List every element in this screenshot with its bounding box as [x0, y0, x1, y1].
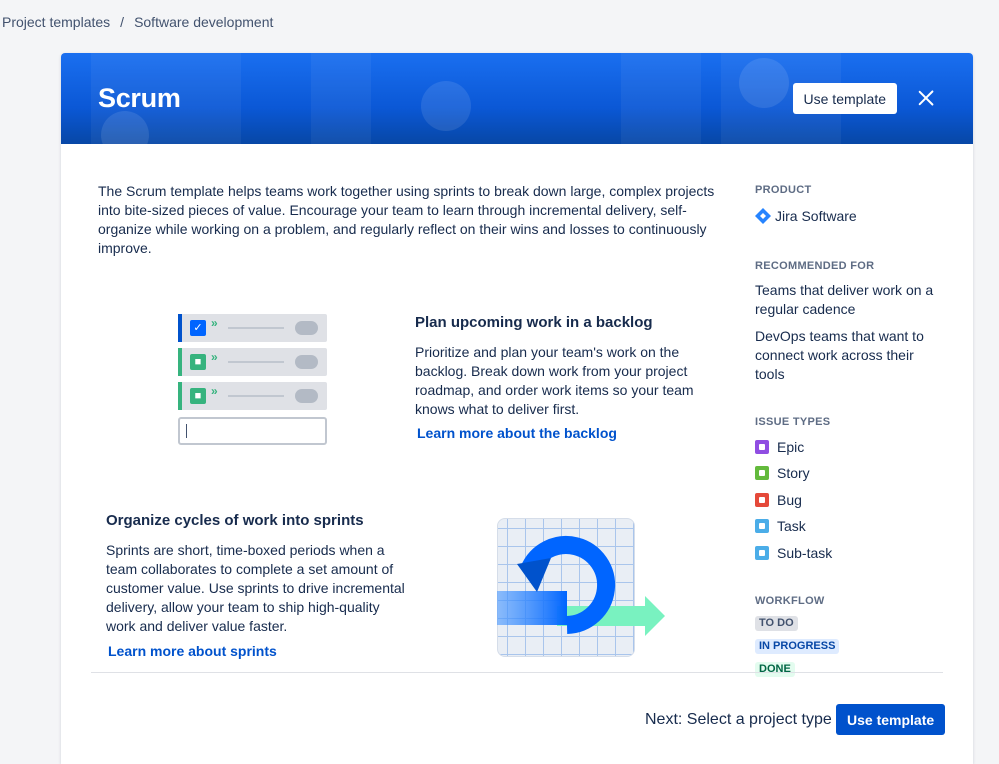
template-details-sidebar: PRODUCT Jira Software RECOMMENDED FOR Te… — [755, 53, 955, 677]
workflow-status-done: DONE — [755, 662, 795, 677]
feature-backlog-text: Prioritize and plan your team's work on … — [415, 344, 694, 417]
issue-type-label: Epic — [777, 439, 805, 455]
backlog-create-input — [178, 417, 327, 445]
recommended-label: RECOMMENDED FOR — [755, 260, 875, 272]
sprint-cycle-icon — [497, 536, 665, 636]
banner-decoration — [421, 81, 471, 131]
template-description: The Scrum template helps teams work toge… — [98, 183, 715, 256]
issue-types-label: ISSUE TYPES — [755, 416, 831, 428]
issue-type-label: Story — [777, 465, 810, 481]
issue-type-label: Task — [777, 518, 806, 534]
breadcrumb-separator: / — [120, 14, 125, 30]
backlog-row: ✓ » — [178, 314, 327, 342]
workflow-label: WORKFLOW — [755, 595, 825, 607]
recommended-item: DevOps teams that want to connect work a… — [755, 328, 924, 382]
product-item: Jira Software — [755, 208, 857, 224]
sprint-illustration — [497, 518, 667, 658]
product-label: PRODUCT — [755, 184, 812, 196]
feature-sprints-title: Organize cycles of work into sprints — [106, 512, 364, 529]
breadcrumb-project-templates[interactable]: Project templates — [2, 14, 110, 30]
feature-sprints-text: Sprints are short, time-boxed periods wh… — [106, 542, 405, 634]
issue-type-story: Story — [755, 465, 810, 481]
banner-decoration — [311, 53, 371, 144]
backlog-illustration: ✓ » ■ » ■ » — [178, 314, 328, 446]
task-icon — [755, 519, 769, 533]
learn-more-backlog-link[interactable]: Learn more about the backlog — [417, 425, 617, 441]
backlog-row: ■ » — [178, 348, 327, 376]
bug-icon — [755, 493, 769, 507]
issue-type-task: Task — [755, 518, 806, 534]
footer-divider — [91, 672, 943, 673]
issue-type-label: Sub-task — [777, 545, 833, 561]
product-name: Jira Software — [775, 208, 857, 224]
issue-type-label: Bug — [777, 492, 802, 508]
feature-backlog-title: Plan upcoming work in a backlog — [415, 314, 653, 331]
template-title: Scrum — [98, 83, 181, 113]
template-modal: Scrum Use template The Scrum template he… — [61, 53, 973, 764]
epic-icon — [755, 440, 769, 454]
workflow-status-todo: TO DO — [755, 616, 798, 631]
subtask-icon — [755, 546, 769, 560]
recommended-item: Teams that deliver work on a regular cad… — [755, 282, 934, 317]
issue-type-subtask: Sub-task — [755, 545, 832, 561]
jira-software-icon — [755, 208, 771, 224]
use-template-button-footer[interactable]: Use template — [836, 704, 946, 735]
issue-type-epic: Epic — [755, 439, 804, 455]
story-icon — [755, 466, 769, 480]
backlog-row: ■ » — [178, 382, 327, 410]
learn-more-sprints-link[interactable]: Learn more about sprints — [108, 643, 277, 659]
breadcrumb-software-development[interactable]: Software development — [134, 14, 273, 30]
issue-type-bug: Bug — [755, 492, 802, 508]
breadcrumb: Project templates / Software development — [2, 14, 273, 30]
workflow-status-in-progress: IN PROGRESS — [755, 639, 840, 654]
next-step-text: Next: Select a project type — [645, 711, 832, 728]
banner-decoration — [621, 53, 701, 144]
